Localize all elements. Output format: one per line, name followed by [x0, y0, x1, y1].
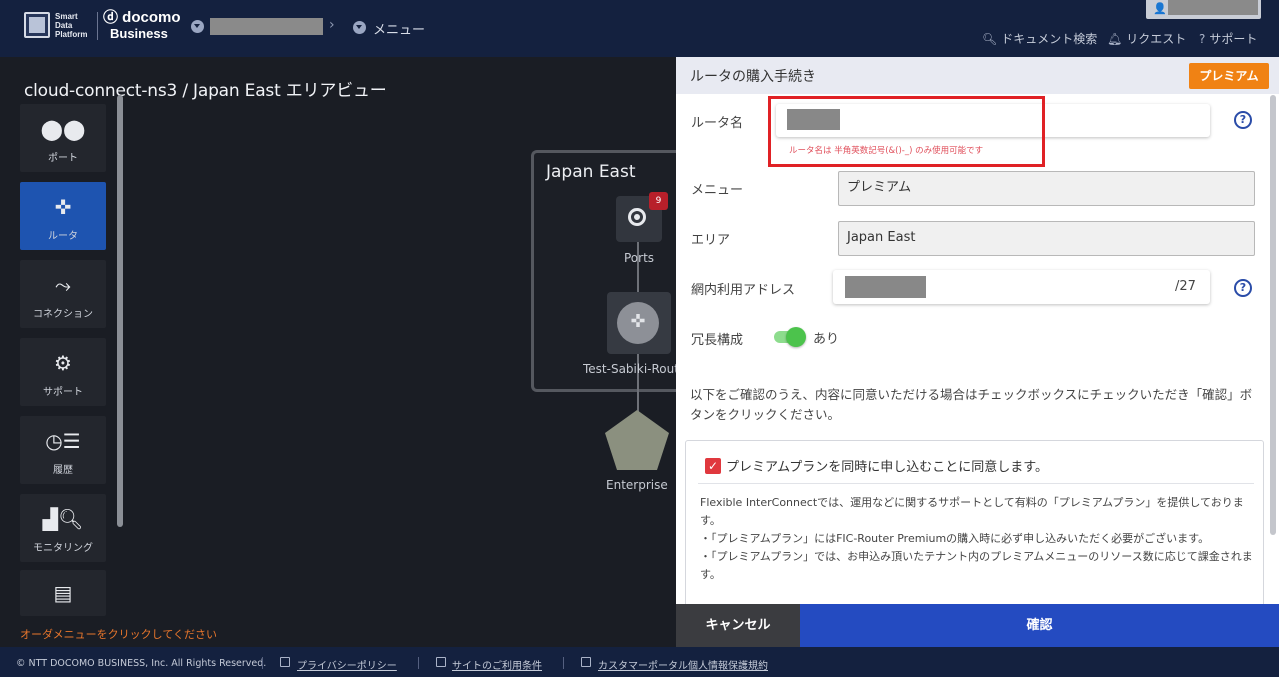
privacy-policy-link[interactable]: プライバシーポリシー [297, 657, 397, 672]
sidebar-item-connection[interactable]: ⤳ コネクション [20, 260, 106, 328]
router-node-icon: ✜ [617, 302, 659, 344]
port-icon: ⬤⬤ [40, 117, 86, 141]
sidebar-item-label: ポート [48, 153, 78, 164]
search-icon: 🔍︎ [982, 32, 998, 46]
sidebar-item-history[interactable]: ◷☰ 履歴 [20, 416, 106, 484]
router-node[interactable]: ✜ [607, 292, 671, 354]
tenant-dropdown-icon[interactable] [191, 20, 204, 33]
sidebar-item-router[interactable]: ✜ ルータ [20, 182, 106, 250]
footer-divider [262, 657, 263, 669]
panel-title: ルータの購入手続き [690, 69, 816, 85]
router-name-label: ルータ名 [691, 116, 744, 131]
support-link[interactable]: ? サポート [1199, 30, 1257, 47]
area-view-title: cloud-connect-ns3 / Japan East エリアビュー [24, 81, 387, 101]
tenant-name-redacted[interactable] [210, 18, 323, 35]
history-icon: ◷☰ [45, 429, 81, 453]
document-icon [436, 657, 446, 667]
footer-divider [563, 657, 564, 669]
address-suffix: /27 [1175, 279, 1196, 294]
sidebar-item-label: 履歴 [53, 465, 73, 476]
brand-business: Business [110, 26, 168, 41]
area-field: Japan East [838, 221, 1255, 256]
bell-icon: 🔔︎ [1107, 32, 1123, 46]
copyright: © NTT DOCOMO BUSINESS, Inc. All Rights R… [16, 658, 267, 669]
highlight-annotation-box [768, 96, 1045, 167]
sidebar-item-label: サポート [43, 387, 83, 398]
help-circle-icon: ? [1199, 32, 1206, 46]
smart-data-platform-logo-icon[interactable] [24, 12, 50, 38]
footer-divider [418, 657, 419, 669]
sidebar-scrollbar[interactable] [117, 95, 123, 527]
request-link[interactable]: 🔔︎ リクエスト [1107, 30, 1186, 47]
brand-docomo: ⓓ docomo [103, 10, 181, 26]
breadcrumb-menu[interactable]: メニュー [373, 19, 425, 38]
consent-paragraph: ・「プレミアムプラン」では、お申込み頂いたテナント内のプレミアムメニューのリソー… [700, 550, 1253, 581]
order-menu-icon: ▤ [53, 581, 73, 605]
menu-field: プレミアム [838, 171, 1255, 206]
panel-header: ルータの購入手続き プレミアム [676, 57, 1279, 94]
connection-icon: ⤳ [55, 273, 71, 297]
monitoring-icon: ▟🔍︎ [42, 507, 84, 531]
document-icon [581, 657, 591, 667]
logo-divider [97, 12, 98, 40]
cancel-button[interactable]: キャンセル [676, 604, 800, 647]
footer: © NTT DOCOMO BUSINESS, Inc. All Rights R… [0, 647, 1279, 677]
router-name-help-icon[interactable]: ? [1234, 111, 1252, 129]
document-search-label: ドキュメント検索 [1001, 32, 1098, 46]
enterprise-node-icon[interactable] [603, 408, 671, 472]
terms-of-use-link[interactable]: サイトのご利用条件 [452, 657, 542, 672]
document-search-link[interactable]: 🔍︎ ドキュメント検索 [982, 30, 1097, 47]
sidebar-item-label: モニタリング [33, 543, 93, 554]
confirmation-notice: 以下をご確認のうえ、内容に同意いただける場合はチェックボックスにチェックいただき… [690, 387, 1253, 422]
region-container [531, 150, 681, 392]
enterprise-node-label: Enterprise [606, 478, 668, 492]
ports-count-badge: 9 [649, 192, 668, 210]
panel-scrollbar[interactable] [1270, 95, 1276, 535]
customer-portal-privacy-link[interactable]: カスタマーポータル個人情報保護規約 [598, 657, 768, 672]
premium-badge-button[interactable]: プレミアム [1189, 63, 1269, 89]
redundancy-toggle-knob[interactable] [786, 327, 806, 347]
support-icon: ⚙ [54, 351, 72, 375]
redundancy-value: あり [813, 332, 840, 347]
menu-label: メニュー [691, 183, 744, 198]
consent-checkbox[interactable]: ✓ [705, 458, 721, 474]
consent-divider [698, 483, 1254, 484]
sidebar-item-label: ルータ [48, 231, 78, 242]
document-icon [280, 657, 290, 667]
ports-node-label: Ports [624, 251, 655, 265]
consent-paragraph: ・「プレミアムプラン」にはFIC-Router Premiumの購入時に必ず申し… [700, 532, 1210, 545]
router-node-label: Test-Sabiki-Router [583, 362, 676, 376]
confirm-button[interactable]: 確認 [800, 604, 1279, 647]
address-help-icon[interactable]: ? [1234, 279, 1252, 297]
user-name-redacted [1168, 0, 1258, 15]
sidebar-item-label: コネクション [33, 309, 93, 320]
user-icon: 👤 [1153, 2, 1167, 15]
brand-docomo-text: docomo [122, 9, 181, 26]
docomo-mark-icon: ⓓ [103, 9, 123, 26]
consent-label[interactable]: プレミアムプランを同時に申し込むことに同意します。 [726, 456, 1048, 475]
router-icon: ✜ [54, 195, 72, 219]
brand-sdp-text: Smart Data Platform [55, 12, 88, 39]
support-label: サポート [1209, 32, 1258, 46]
sidebar-item-monitoring[interactable]: ▟🔍︎ モニタリング [20, 494, 106, 562]
menu-dropdown-icon[interactable] [353, 21, 366, 34]
address-label: 網内利用アドレス [691, 283, 796, 298]
region-label: Japan East [546, 162, 636, 182]
consent-card: ✓ プレミアムプランを同時に申し込むことに同意します。 Flexible Int… [685, 440, 1264, 610]
consent-paragraph: Flexible InterConnectでは、運用などに関するサポートとして有… [700, 496, 1244, 527]
address-value-redacted [845, 276, 926, 298]
redundancy-label: 冗長構成 [691, 333, 744, 348]
area-label: エリア [691, 233, 731, 248]
consent-body: Flexible InterConnectでは、運用などに関するサポートとして有… [700, 494, 1254, 584]
top-header: Smart Data Platform ⓓ docomo Business › … [0, 0, 1279, 57]
breadcrumb-chevron-icon: › [329, 17, 335, 33]
request-label: リクエスト [1126, 32, 1187, 46]
sidebar-item-support[interactable]: ⚙ サポート [20, 338, 106, 406]
sidebar-item-port[interactable]: ⬤⬤ ポート [20, 104, 106, 172]
router-purchase-panel: ルータの購入手続き プレミアム ルータ名 ? ルータ名は 半角英数記号(&()-… [676, 57, 1279, 647]
sidebar-item-order-menu[interactable]: ▤ [20, 570, 106, 616]
order-menu-hint: オーダメニューをクリックしてください [20, 628, 218, 641]
